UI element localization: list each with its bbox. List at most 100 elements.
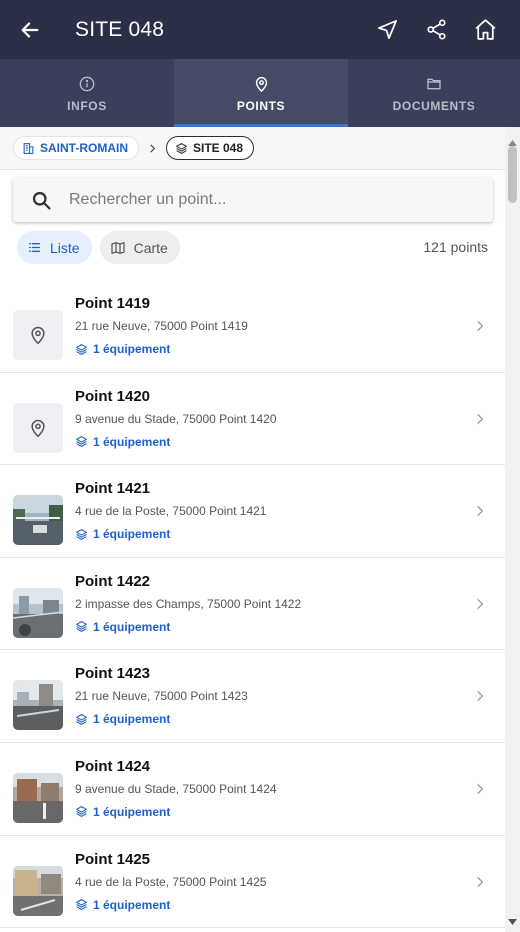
list-item[interactable]: Point 1424 9 avenue du Stade, 75000 Poin… (0, 743, 505, 836)
tab-label: INFOS (67, 99, 107, 113)
breadcrumb-parent-label: SAINT-ROMAIN (40, 141, 128, 155)
tab-points[interactable]: POINTS (174, 59, 348, 127)
share-icon (427, 19, 446, 40)
equipment-label: 1 équipement (93, 897, 171, 912)
list-view-button[interactable]: Liste (17, 231, 92, 264)
chevron-right-icon (147, 143, 158, 154)
layers-icon (75, 713, 88, 726)
search-icon (13, 190, 69, 211)
page-title: SITE 048 (75, 17, 165, 41)
equipment-label: 1 équipement (93, 712, 171, 727)
scrollbar-thumb[interactable] (508, 146, 517, 203)
point-photo (13, 772, 63, 823)
equipment-count: 1 équipement (75, 342, 170, 356)
equipment-count: 1 équipement (75, 435, 170, 449)
point-name: Point 1421 (75, 480, 151, 498)
map-view-button[interactable]: Carte (99, 231, 180, 264)
map-pin-icon (31, 419, 45, 437)
point-address: 9 avenue du Stade, 75000 Point 1420 (75, 411, 277, 426)
point-address: 4 rue de la Poste, 75000 Point 1425 (75, 874, 267, 889)
equipment-label: 1 équipement (93, 434, 171, 449)
equipment-count: 1 équipement (75, 620, 170, 634)
chevron-right-icon (473, 503, 487, 524)
navigation-arrow-icon (378, 20, 397, 39)
layers-icon (175, 142, 188, 155)
list-item[interactable]: Point 1421 4 rue de la Poste, 75000 Poin… (0, 465, 505, 558)
list-view-label: Liste (50, 239, 80, 256)
chevron-right-icon (473, 874, 487, 895)
chevron-right-icon (473, 411, 487, 432)
point-photo (13, 495, 63, 546)
home-button[interactable] (461, 0, 510, 59)
point-address: 21 rue Neuve, 75000 Point 1423 (75, 689, 248, 704)
layers-icon (75, 528, 88, 541)
home-icon (475, 19, 496, 40)
layers-icon (75, 435, 88, 448)
content-area[interactable]: SAINT-ROMAIN SITE 048 Liste Ca (0, 127, 520, 932)
map-pin-icon (253, 73, 270, 95)
equipment-label: 1 équipement (93, 342, 171, 356)
info-icon (79, 73, 95, 95)
breadcrumb-current-label: SITE 048 (193, 141, 244, 155)
chevron-right-icon (473, 781, 487, 802)
list-item[interactable]: Point 1425 4 rue de la Poste, 75000 Poin… (0, 836, 505, 929)
list-item[interactable]: Point 1420 9 avenue du Stade, 75000 Poin… (0, 373, 505, 466)
point-placeholder (13, 310, 63, 360)
tab-documents[interactable]: DOCUMENTS (348, 59, 520, 127)
map-pin-icon (31, 326, 45, 345)
building-icon (22, 142, 35, 155)
layers-icon (75, 343, 88, 356)
points-list: Point 1419 21 rue Neuve, 75000 Point 141… (0, 280, 505, 929)
point-photo (13, 587, 63, 638)
points-count: 121 points (423, 239, 488, 255)
navigate-button[interactable] (363, 0, 412, 59)
vertical-scrollbar[interactable] (505, 127, 520, 932)
equipment-label: 1 équipement (93, 619, 171, 634)
scroll-down-icon[interactable] (508, 912, 517, 930)
map-view-label: Carte (133, 239, 168, 256)
list-icon (27, 241, 42, 254)
tab-bar: INFOS POINTS DOCUMENTS (0, 59, 520, 127)
layers-icon (75, 805, 88, 818)
arrow-left-icon (21, 21, 39, 38)
search-bar (13, 178, 493, 222)
equipment-label: 1 équipement (93, 527, 171, 542)
layers-icon (75, 620, 88, 633)
equipment-count: 1 équipement (75, 805, 170, 819)
point-name: Point 1424 (75, 757, 151, 775)
share-button[interactable] (412, 0, 461, 59)
equipment-label: 1 équipement (93, 804, 171, 819)
point-address: 9 avenue du Stade, 75000 Point 1424 (75, 781, 277, 796)
map-icon (110, 240, 126, 256)
app-bar: SITE 048 (0, 0, 520, 59)
point-name: Point 1422 (75, 572, 151, 590)
point-address: 2 impasse des Champs, 75000 Point 1422 (75, 596, 302, 611)
chevron-right-icon (473, 318, 487, 339)
point-name: Point 1423 (75, 665, 151, 683)
point-name: Point 1425 (75, 850, 151, 868)
tab-infos[interactable]: INFOS (0, 59, 174, 127)
list-item[interactable]: Point 1422 2 impasse des Champs, 75000 P… (0, 558, 505, 651)
tab-label: DOCUMENTS (392, 99, 476, 113)
view-toggle: Liste Carte (17, 231, 188, 264)
breadcrumb-current: SITE 048 (166, 136, 255, 160)
point-name: Point 1419 (75, 295, 151, 312)
folder-icon (425, 73, 443, 95)
layers-icon (75, 898, 88, 911)
search-input[interactable] (69, 191, 469, 209)
list-item[interactable]: Point 1419 21 rue Neuve, 75000 Point 141… (0, 280, 505, 373)
point-address: 4 rue de la Poste, 75000 Point 1421 (75, 504, 267, 519)
point-placeholder (13, 402, 63, 453)
chevron-right-icon (473, 688, 487, 709)
equipment-count: 1 équipement (75, 898, 170, 912)
tab-label: POINTS (236, 99, 286, 113)
chevron-right-icon (473, 596, 487, 617)
equipment-count: 1 équipement (75, 527, 170, 541)
point-address: 21 rue Neuve, 75000 Point 1419 (75, 319, 248, 333)
breadcrumb: SAINT-ROMAIN SITE 048 (0, 127, 520, 170)
back-button[interactable] (0, 0, 60, 59)
list-item[interactable]: Point 1423 21 rue Neuve, 75000 Point 142… (0, 650, 505, 743)
point-photo (13, 865, 63, 916)
breadcrumb-parent[interactable]: SAINT-ROMAIN (13, 136, 139, 160)
point-photo (13, 680, 63, 731)
